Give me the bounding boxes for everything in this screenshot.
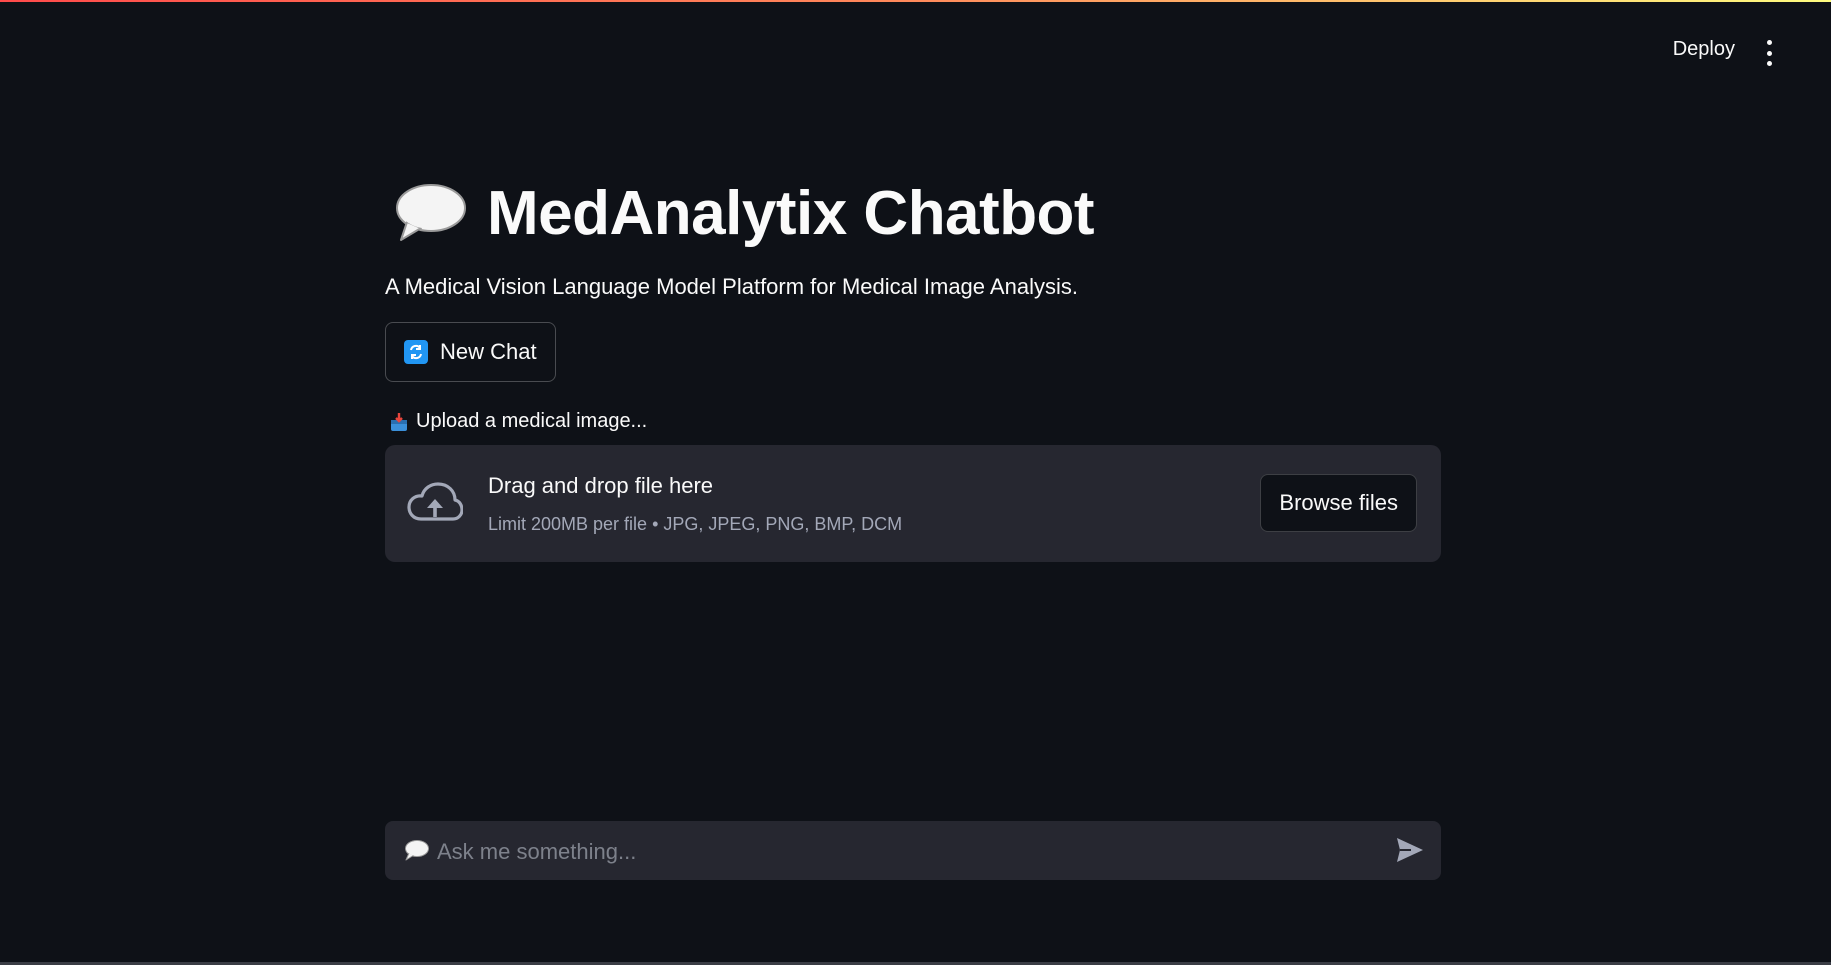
cloud-upload-icon bbox=[407, 482, 463, 521]
chat-input-bar bbox=[385, 821, 1441, 882]
dropzone-title: Drag and drop file here bbox=[488, 473, 714, 498]
file-dropzone[interactable]: Drag and drop file here Limit 200MB per … bbox=[385, 445, 1441, 562]
page-subtitle: A Medical Vision Language Model Platform… bbox=[385, 274, 1078, 299]
page-title: MedAnalytix Chatbot bbox=[487, 178, 1095, 248]
uploader-label: Upload a medical image... bbox=[385, 410, 1441, 433]
main-content: MedAnalytix Chatbot A Medical Vision Lan… bbox=[385, 170, 1441, 562]
browse-files-button[interactable]: Browse files bbox=[1260, 474, 1417, 532]
menu-dot bbox=[1766, 61, 1772, 66]
menu-dot bbox=[1766, 50, 1772, 56]
more-vertical-icon[interactable] bbox=[1759, 40, 1779, 66]
app-header: Deploy bbox=[0, 0, 1831, 100]
menu-dot bbox=[1766, 40, 1772, 45]
send-icon[interactable] bbox=[1395, 836, 1425, 864]
dropzone-limits: Limit 200MB per file • JPG, JPEG, PNG, B… bbox=[488, 514, 903, 534]
new-chat-label: New Chat bbox=[440, 339, 537, 364]
speech-bubble-icon bbox=[405, 840, 429, 861]
speech-bubble-icon bbox=[396, 184, 466, 241]
deploy-button[interactable]: Deploy bbox=[1673, 38, 1735, 61]
new-chat-button[interactable]: New Chat bbox=[385, 322, 556, 382]
inbox-tray-icon bbox=[391, 412, 407, 431]
chat-message-input[interactable] bbox=[435, 821, 1359, 882]
refresh-icon bbox=[404, 340, 428, 364]
page-title-row: MedAnalytix Chatbot bbox=[385, 170, 1441, 256]
uploader-label-text: Upload a medical image... bbox=[416, 410, 648, 432]
